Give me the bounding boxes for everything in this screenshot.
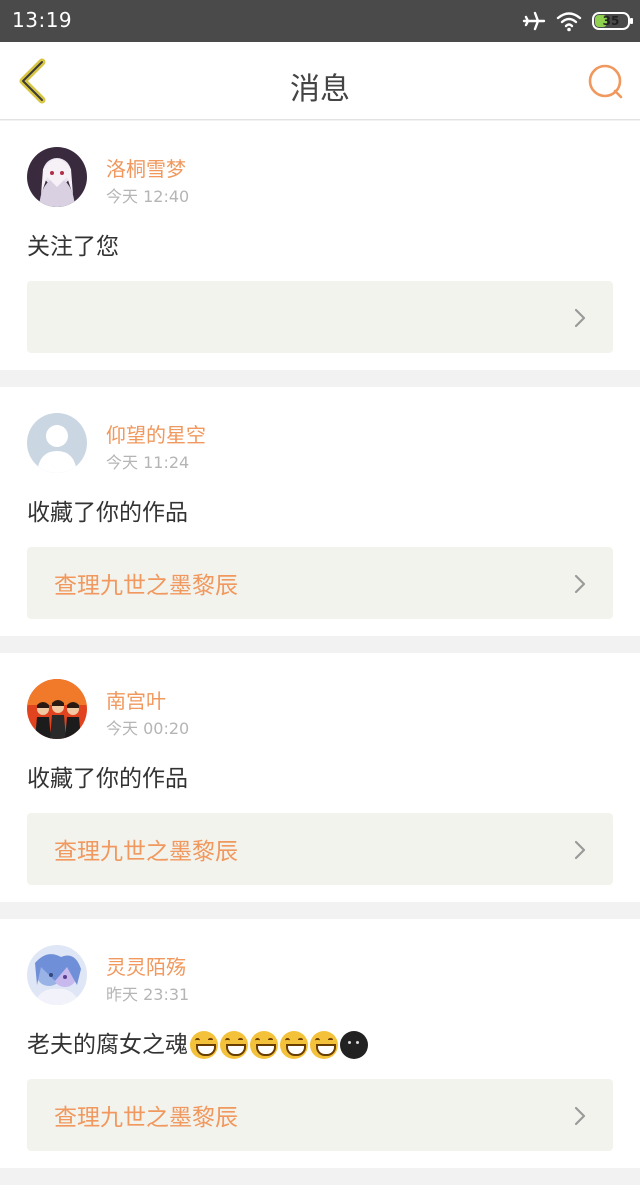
message-text: 收藏了你的作品 bbox=[27, 766, 188, 792]
avatar[interactable] bbox=[27, 413, 87, 473]
message-text: 老夫的腐女之魂 bbox=[27, 1015, 613, 1075]
work-link[interactable]: 查理九世之墨黎辰 bbox=[27, 813, 613, 885]
message-time: 今天 12:40 bbox=[106, 187, 190, 206]
nav-bar: 消息 bbox=[0, 42, 640, 120]
user-name[interactable]: 洛桐雪梦 bbox=[106, 153, 186, 182]
user-name[interactable]: 仰望的星空 bbox=[106, 419, 206, 448]
message-text: 关注了您 bbox=[27, 234, 119, 260]
airplane-mode-icon bbox=[522, 11, 546, 31]
avatar[interactable] bbox=[27, 945, 87, 1005]
grin-emoji-icon bbox=[220, 1031, 248, 1059]
avatar[interactable] bbox=[27, 147, 87, 207]
user-name[interactable]: 南宫叶 bbox=[106, 685, 166, 714]
chevron-right-icon bbox=[574, 1106, 586, 1126]
wifi-icon bbox=[556, 12, 582, 32]
message-time: 昨天 23:31 bbox=[106, 985, 190, 1004]
dark-face-emoji-icon bbox=[340, 1031, 368, 1059]
chevron-right-icon bbox=[574, 574, 586, 594]
grin-emoji-icon bbox=[190, 1031, 218, 1059]
status-icons: 35 bbox=[522, 9, 633, 33]
battery-level: 35 bbox=[602, 14, 620, 28]
avatar[interactable] bbox=[27, 679, 87, 739]
work-title: 查理九世之墨黎辰 bbox=[54, 839, 238, 865]
message-text: 收藏了你的作品 bbox=[27, 500, 188, 526]
message-text-body: 老夫的腐女之魂 bbox=[27, 1032, 188, 1058]
page-title: 消息 bbox=[290, 72, 350, 107]
message-card: 洛桐雪梦 今天 12:40 关注了您 bbox=[0, 121, 640, 370]
message-time: 今天 00:20 bbox=[106, 719, 190, 738]
work-title: 查理九世之墨黎辰 bbox=[54, 573, 238, 599]
message-card: 灵灵陌殇 昨天 23:31 老夫的腐女之魂 查理九世之墨黎辰 bbox=[0, 919, 640, 1168]
work-link[interactable] bbox=[27, 281, 613, 353]
work-link[interactable]: 查理九世之墨黎辰 bbox=[27, 547, 613, 619]
battery-icon: 35 bbox=[592, 12, 633, 30]
grin-emoji-icon bbox=[310, 1031, 338, 1059]
chevron-right-icon bbox=[574, 308, 586, 328]
grin-emoji-icon bbox=[250, 1031, 278, 1059]
search-icon[interactable] bbox=[586, 62, 626, 102]
work-link[interactable]: 查理九世之墨黎辰 bbox=[27, 1079, 613, 1151]
work-title: 查理九世之墨黎辰 bbox=[54, 1105, 238, 1131]
message-list: 洛桐雪梦 今天 12:40 关注了您 仰望的星空 今天 11:24 收藏了你的作… bbox=[0, 121, 640, 1185]
chevron-right-icon bbox=[574, 840, 586, 860]
message-time: 今天 11:24 bbox=[106, 453, 190, 472]
status-bar: 13:19 35 bbox=[0, 0, 640, 42]
grin-emoji-icon bbox=[280, 1031, 308, 1059]
status-time: 13:19 bbox=[12, 8, 73, 32]
message-card: 仰望的星空 今天 11:24 收藏了你的作品 查理九世之墨黎辰 bbox=[0, 387, 640, 636]
message-card: 南宫叶 今天 00:20 收藏了你的作品 查理九世之墨黎辰 bbox=[0, 653, 640, 902]
user-name[interactable]: 灵灵陌殇 bbox=[106, 951, 186, 980]
